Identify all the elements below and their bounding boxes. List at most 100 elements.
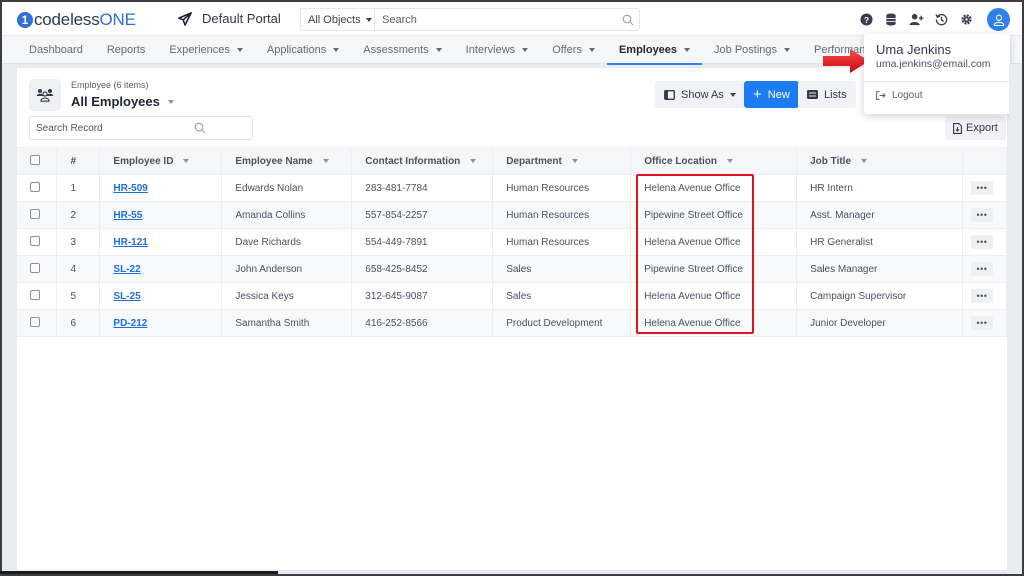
show-as-button[interactable]: Show As bbox=[655, 81, 745, 108]
vertical-scrollbar-track[interactable] bbox=[1009, 64, 1022, 570]
history-icon[interactable] bbox=[933, 12, 949, 28]
nav-item-employees[interactable]: Employees bbox=[606, 36, 703, 65]
database-icon[interactable] bbox=[883, 12, 899, 28]
lists-button[interactable]: Lists bbox=[798, 81, 856, 108]
chevron-down-icon[interactable] bbox=[435, 48, 442, 52]
employee-id-link[interactable]: SL-22 bbox=[113, 264, 140, 275]
employee-id-link-cell: PD-212 bbox=[99, 309, 223, 337]
row-actions-cell: ••• bbox=[962, 255, 1008, 283]
sort-caret-icon[interactable] bbox=[571, 158, 578, 163]
select-all-checkbox[interactable] bbox=[30, 154, 40, 165]
column-header-contact-information[interactable]: Contact Information bbox=[351, 147, 494, 175]
contact-information: 554-449-7891 bbox=[365, 236, 428, 248]
employee-name-cell: Edwards Nolan bbox=[221, 174, 353, 202]
row-more-button[interactable]: ••• bbox=[970, 181, 993, 195]
row-checkbox[interactable] bbox=[30, 208, 40, 219]
row-more-button[interactable]: ••• bbox=[970, 235, 993, 249]
column-header-job-title[interactable]: Job Title bbox=[796, 147, 963, 175]
select-all-cell bbox=[17, 147, 58, 175]
column-header-department[interactable]: Department bbox=[492, 147, 632, 175]
table-row[interactable]: 3 HR-121 Dave Richards 554-449-7891 Human Re… bbox=[17, 228, 1008, 256]
row-number: 3 bbox=[70, 236, 77, 248]
employee-name-cell: Samantha Smith bbox=[221, 309, 353, 337]
chevron-down-icon[interactable] bbox=[236, 48, 243, 52]
logout-menu-item[interactable]: Logout bbox=[876, 90, 923, 101]
nav-item-job-postings[interactable]: Job Postings bbox=[702, 36, 802, 64]
row-checkbox[interactable] bbox=[30, 181, 40, 192]
search-icon[interactable] bbox=[141, 122, 252, 134]
add-user-icon[interactable] bbox=[908, 12, 924, 28]
office-location-cell: Helena Avenue Office bbox=[630, 309, 798, 337]
job-title-cell: HR Intern bbox=[796, 174, 963, 202]
table-row[interactable]: 1 HR-509 Edwards Nolan 283-481-7784 Human Re… bbox=[17, 174, 1008, 202]
sort-caret-icon[interactable] bbox=[470, 158, 477, 163]
employee-id-link[interactable]: PD-212 bbox=[113, 318, 147, 329]
row-select-cell bbox=[17, 201, 58, 229]
chevron-down-icon[interactable] bbox=[588, 48, 595, 52]
svg-text:?: ? bbox=[863, 15, 868, 25]
user-avatar-button[interactable] bbox=[987, 8, 1010, 31]
export-button[interactable]: Export bbox=[945, 116, 1006, 140]
row-checkbox[interactable] bbox=[30, 235, 40, 246]
row-select-cell bbox=[17, 255, 58, 283]
department-cell: Sales bbox=[492, 255, 632, 283]
column-header-employee-id[interactable]: Employee ID bbox=[99, 147, 223, 175]
new-record-button[interactable]: + New bbox=[744, 81, 799, 108]
row-number: 4 bbox=[70, 263, 77, 275]
new-label: New bbox=[767, 88, 790, 101]
column-header-office-location[interactable]: Office Location bbox=[630, 147, 798, 175]
row-checkbox[interactable] bbox=[30, 262, 40, 273]
nav-item-assessments[interactable]: Assessments bbox=[351, 36, 453, 64]
global-search-input[interactable]: Search bbox=[375, 14, 617, 26]
row-more-button[interactable]: ••• bbox=[970, 262, 993, 276]
employee-id-link[interactable]: HR-121 bbox=[113, 237, 147, 248]
chevron-down-icon[interactable] bbox=[684, 48, 691, 52]
row-more-button[interactable]: ••• bbox=[970, 316, 993, 330]
nav-item-experiences[interactable]: Experiences bbox=[157, 36, 255, 64]
record-search-input[interactable]: Search Record bbox=[29, 116, 253, 140]
table-row[interactable]: 4 SL-22 John Anderson 658-425-8452 Sales Pipe… bbox=[17, 255, 1008, 283]
logo-suffix: ONE bbox=[99, 10, 136, 29]
employee-id-link[interactable]: SL-25 bbox=[113, 291, 140, 302]
office-location-cell: Pipewine Street Office bbox=[630, 255, 798, 283]
sort-caret-icon[interactable] bbox=[183, 158, 190, 163]
help-icon[interactable]: ? bbox=[858, 12, 874, 28]
row-actions-cell: ••• bbox=[962, 201, 1008, 229]
chevron-down-icon[interactable] bbox=[784, 48, 791, 52]
employee-name: John Anderson bbox=[235, 263, 303, 275]
chevron-down-icon[interactable] bbox=[333, 48, 340, 52]
paper-plane-icon bbox=[178, 11, 192, 26]
chevron-down-icon[interactable] bbox=[522, 48, 529, 52]
nav-item-reports[interactable]: Reports bbox=[95, 36, 158, 64]
employee-id-link[interactable]: HR-509 bbox=[113, 183, 147, 194]
employee-id-link[interactable]: HR-55 bbox=[113, 210, 142, 221]
row-more-button[interactable]: ••• bbox=[970, 289, 993, 303]
row-more-button[interactable]: ••• bbox=[970, 208, 993, 222]
row-checkbox[interactable] bbox=[30, 289, 40, 300]
gear-icon[interactable] bbox=[958, 12, 974, 28]
nav-item-offers[interactable]: Offers bbox=[540, 36, 607, 64]
column-header-employee-name[interactable]: Employee Name bbox=[221, 147, 353, 175]
sort-caret-icon[interactable] bbox=[322, 158, 329, 163]
table-row[interactable]: 6 PD-212 Samantha Smith 416-252-8566 Product… bbox=[17, 309, 1008, 337]
nav-item-applications[interactable]: Applications bbox=[255, 36, 351, 64]
chevron-down-icon bbox=[365, 17, 372, 22]
search-icon[interactable] bbox=[617, 14, 639, 26]
column-header-actions bbox=[962, 147, 1008, 175]
nav-item-dashboard[interactable]: Dashboard bbox=[17, 36, 95, 64]
object-scope-select[interactable]: All Objects bbox=[301, 9, 375, 30]
nav-item-interviews[interactable]: Interviews bbox=[454, 36, 541, 64]
logo[interactable]: 1 codelessONE bbox=[17, 10, 136, 30]
table-row[interactable]: 5 SL-25 Jessica Keys 312-645-9087 Sales Helen… bbox=[17, 282, 1008, 310]
column-label: Employee ID bbox=[113, 155, 174, 167]
row-checkbox[interactable] bbox=[30, 316, 40, 327]
sort-caret-icon[interactable] bbox=[861, 158, 868, 163]
list-view-selector[interactable]: All Employees bbox=[71, 94, 174, 109]
file-export-icon bbox=[953, 122, 962, 134]
nav-item-label: Applications bbox=[266, 44, 327, 56]
job-title-cell: Asst. Manager bbox=[796, 201, 963, 229]
portal-switcher[interactable]: Default Portal bbox=[178, 11, 281, 26]
horizontal-scrollbar[interactable] bbox=[0, 571, 278, 574]
table-row[interactable]: 2 HR-55 Amanda Collins 557-854-2257 Human Re… bbox=[17, 201, 1008, 229]
sort-caret-icon[interactable] bbox=[727, 158, 733, 163]
